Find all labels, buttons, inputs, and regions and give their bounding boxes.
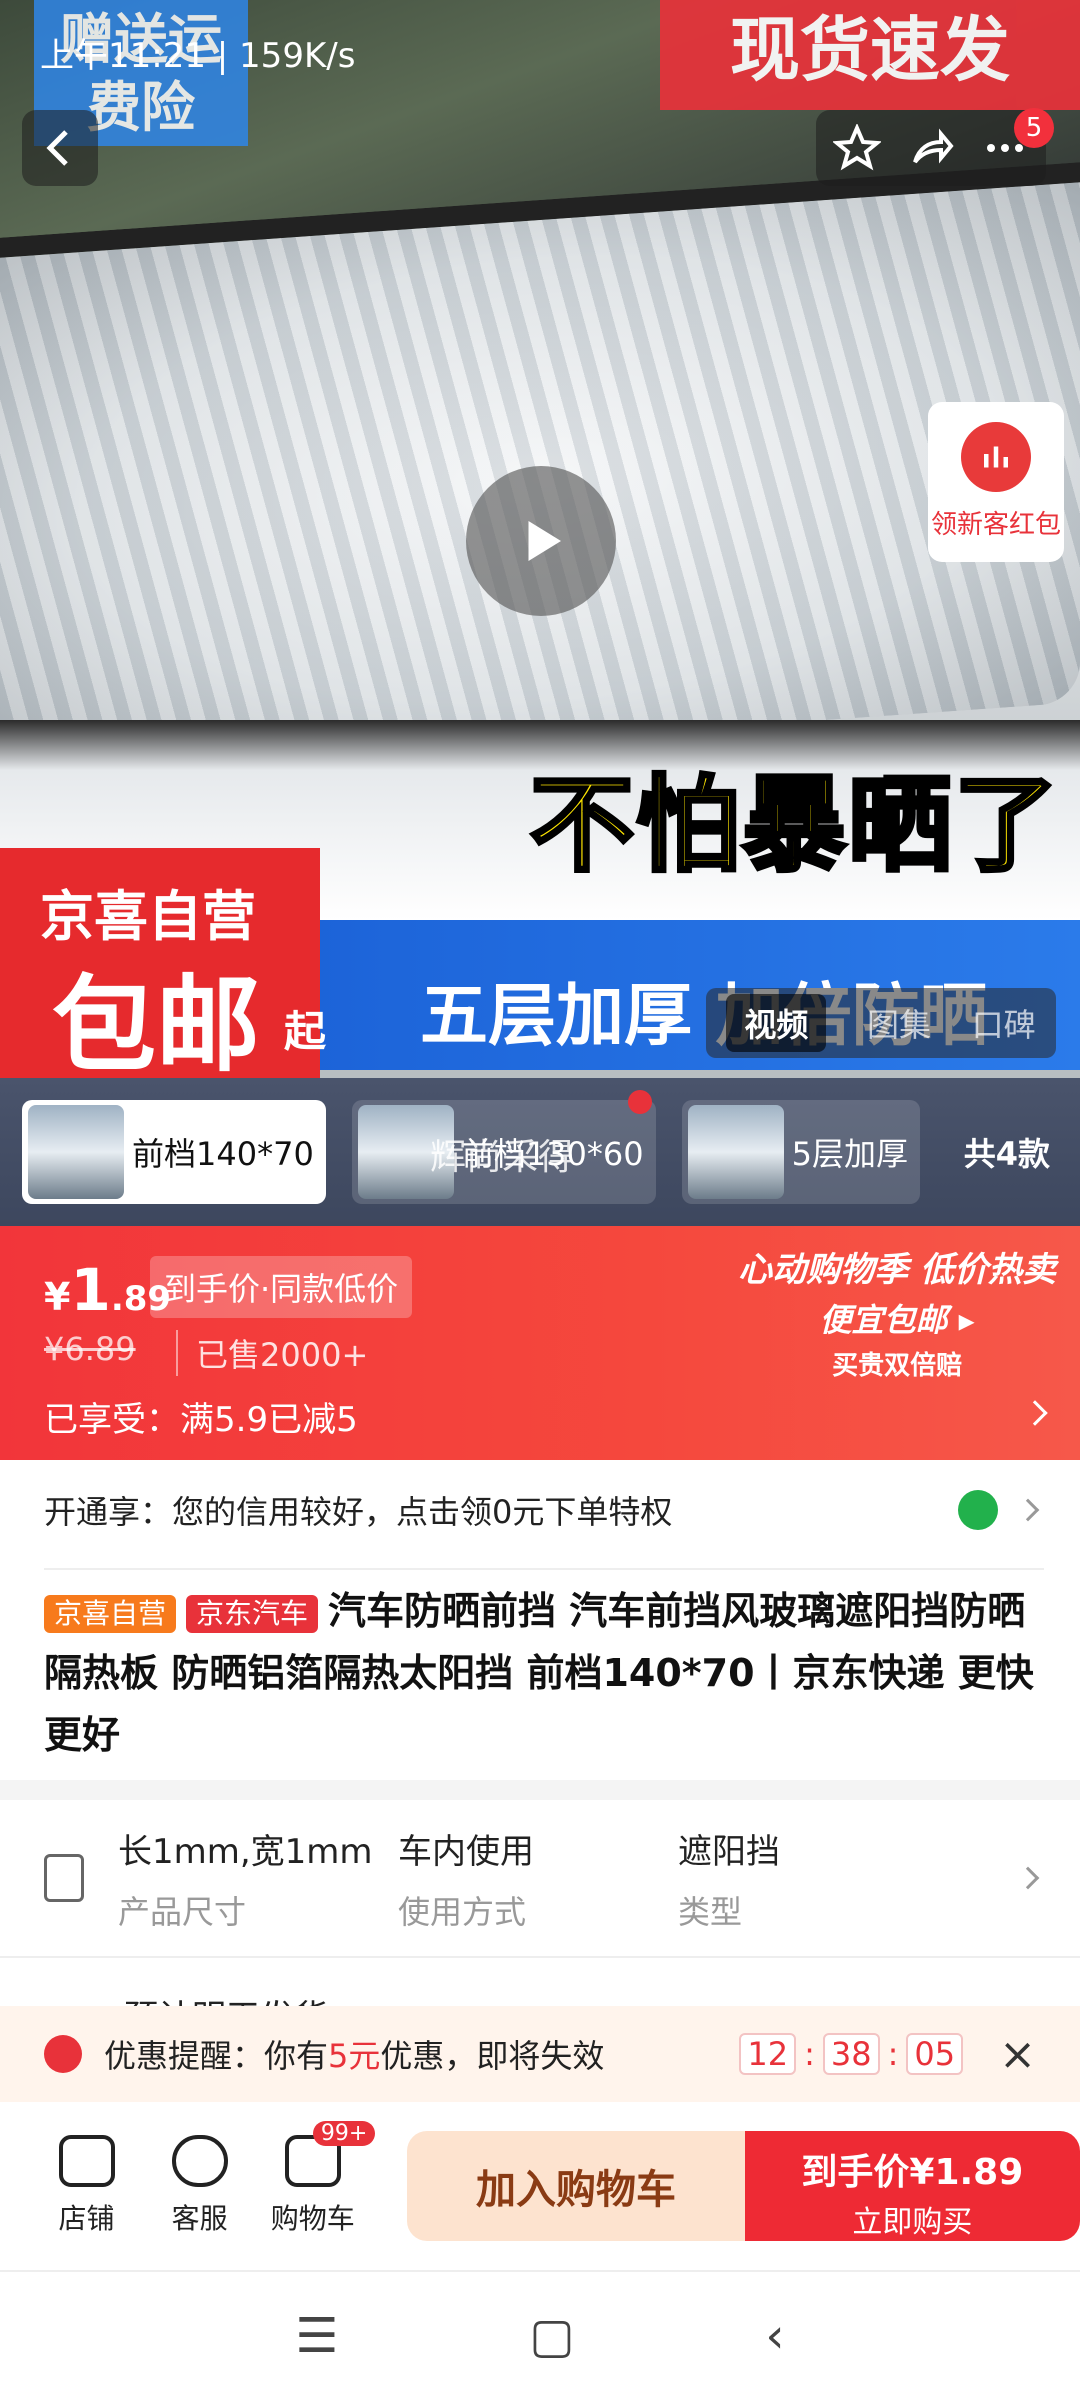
fast-shipping-tag: 现货速发 bbox=[660, 0, 1080, 110]
play-icon bbox=[528, 521, 561, 561]
media-tabs: 视频 图集 口碑 bbox=[706, 988, 1056, 1058]
notification-dot bbox=[628, 1090, 652, 1114]
chevron-right-icon bbox=[1016, 1498, 1040, 1522]
star-icon[interactable] bbox=[833, 124, 881, 172]
shipping-estimate-row[interactable]: 预计明天发货 bbox=[0, 1956, 1080, 2006]
menu-icon[interactable]: ☰ bbox=[295, 2308, 338, 2364]
variant-thumbnail bbox=[28, 1105, 124, 1199]
buy-now-button[interactable]: 到手价¥1.89 立即购买 bbox=[744, 2131, 1080, 2241]
home-icon[interactable]: ▢ bbox=[529, 2308, 574, 2364]
document-icon bbox=[44, 1854, 84, 1902]
shop-button[interactable]: 店铺 bbox=[30, 2135, 143, 2237]
customer-service-button[interactable]: 客服 bbox=[143, 2135, 256, 2237]
coupon-label: 领新客红包 bbox=[930, 510, 1061, 540]
floating-caption: 辉尚采得 bbox=[430, 1137, 575, 1178]
chevron-left-icon bbox=[46, 130, 68, 166]
add-to-cart-button[interactable]: 加入购物车 bbox=[407, 2131, 745, 2241]
lowest-price-tag: 到手价·同款低价 bbox=[150, 1256, 413, 1318]
variant-thumbnail bbox=[687, 1105, 784, 1199]
cart-count-badge: 99+ bbox=[312, 2121, 376, 2146]
status-bar: 上午11:21 | 159K/s bbox=[40, 36, 356, 76]
sold-count: 已售2000+ bbox=[176, 1330, 368, 1376]
shopping-bag-icon bbox=[958, 1490, 998, 1530]
share-icon[interactable] bbox=[907, 124, 955, 172]
price-banner: ¥1.89 到手价·同款低价 ¥6.89 已售2000+ 已享受：满5.9已减5… bbox=[0, 1226, 1080, 1460]
tab-reviews[interactable]: 口碑 bbox=[972, 1000, 1036, 1046]
variant-count-link[interactable]: 共4款 bbox=[964, 1129, 1080, 1175]
spec-item: 遮阳挡 类型 bbox=[678, 1831, 780, 1931]
self-operated-promo: 京喜自营 包邮 起 bbox=[0, 848, 326, 1078]
discount-applied: 已享受：满5.9已减5 bbox=[44, 1400, 358, 1440]
original-price: ¥6.89 bbox=[44, 1330, 136, 1368]
clock-icon bbox=[44, 2035, 82, 2073]
message-badge: 5 bbox=[1014, 108, 1054, 148]
shopping-season-promo[interactable]: 心动购物季 低价热卖 便宜包邮 ▸ 买贵双倍赔 bbox=[738, 1242, 1056, 1382]
spec-row[interactable]: 长1mm,宽1mm 产品尺寸 车内使用 使用方式 遮阳挡 类型 bbox=[0, 1800, 1080, 1956]
store-icon bbox=[58, 2135, 115, 2187]
variant-option[interactable]: 前档140*70 bbox=[22, 1100, 326, 1204]
system-navigation-bar: ☰ ▢ ‹ bbox=[0, 2270, 1080, 2400]
cart-button[interactable]: 购物车 99+ bbox=[256, 2121, 376, 2237]
back-button[interactable] bbox=[22, 110, 98, 186]
chevron-right-icon bbox=[1016, 1866, 1040, 1890]
tab-gallery[interactable]: 图集 bbox=[867, 1000, 931, 1046]
variant-option[interactable]: 5层加厚 bbox=[681, 1100, 920, 1204]
close-icon[interactable]: × bbox=[999, 2029, 1036, 2080]
coupon-reminder-bar[interactable]: 优惠提醒：你有 5元 优惠，即将失效 12: 38: 05 × bbox=[0, 2006, 1080, 2102]
chevron-right-icon[interactable] bbox=[1022, 1400, 1048, 1426]
product-title: 京喜自营 京东汽车 汽车防晒前挡 汽车前挡风玻璃遮阳挡防晒隔热板 防晒铝箔隔热太阳挡… bbox=[44, 1568, 1044, 1766]
credit-privilege-row[interactable]: 开通享：您的信用较好，点击领0元下单特权 bbox=[0, 1460, 1080, 1560]
product-hero-media[interactable]: 赠送运费险 现货速发 上午11:21 | 159K/s 5 领新客红包 不怕暴晒… bbox=[0, 0, 1080, 1078]
smiley-icon bbox=[171, 2135, 228, 2187]
tab-video[interactable]: 视频 bbox=[726, 994, 827, 1052]
new-customer-coupon-widget[interactable]: 领新客红包 bbox=[928, 402, 1064, 562]
top-actions bbox=[816, 110, 1046, 186]
product-page: 赠送运费险 现货速发 上午11:21 | 159K/s 5 领新客红包 不怕暴晒… bbox=[0, 0, 1080, 2400]
jingxi-self-operated-badge: 京喜自营 bbox=[44, 1594, 177, 1633]
play-video-button[interactable] bbox=[466, 466, 616, 616]
countdown-timer: 12: 38: 05 bbox=[739, 2033, 964, 2075]
section-divider bbox=[0, 1780, 1080, 1800]
spec-item: 车内使用 使用方式 bbox=[398, 1831, 534, 1931]
spec-item: 长1mm,宽1mm 产品尺寸 bbox=[118, 1831, 373, 1931]
jd-auto-badge: 京东汽车 bbox=[186, 1594, 319, 1633]
hero-slogan: 不怕暴晒了 bbox=[528, 762, 1060, 888]
bottom-action-bar: 店铺 客服 购物车 99+ 加入购物车 到手价¥1.89 立即购买 bbox=[0, 2102, 1080, 2270]
back-nav-icon[interactable]: ‹ bbox=[765, 2308, 784, 2364]
bar-chart-icon bbox=[961, 422, 1031, 492]
